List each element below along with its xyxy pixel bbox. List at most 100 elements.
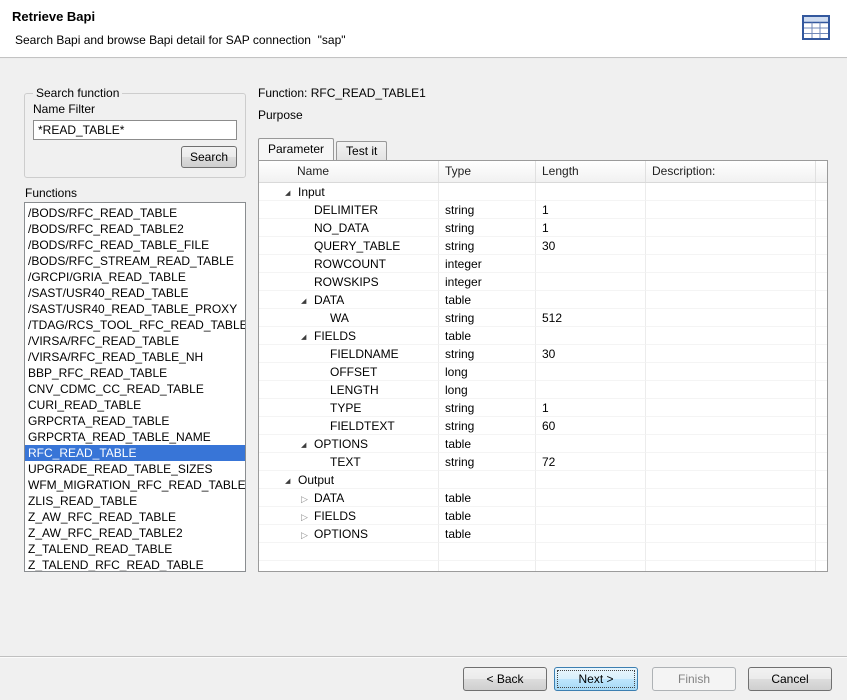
param-table-row[interactable]: ROWSKIPSinteger bbox=[259, 273, 827, 291]
param-type: table bbox=[439, 489, 536, 507]
wizard-header: Retrieve Bapi Search Bapi and browse Bap… bbox=[0, 0, 847, 58]
column-header-description[interactable]: Description: bbox=[646, 161, 816, 182]
param-name: ROWCOUNT bbox=[314, 257, 386, 271]
param-type: string bbox=[439, 309, 536, 327]
expand-icon[interactable]: ▷ bbox=[301, 490, 314, 507]
function-list-item[interactable]: Z_AW_RFC_READ_TABLE2 bbox=[25, 525, 245, 541]
function-list-item[interactable]: /SAST/USR40_READ_TABLE bbox=[25, 285, 245, 301]
param-type: integer bbox=[439, 255, 536, 273]
tab-test-it[interactable]: Test it bbox=[336, 141, 387, 160]
function-list-item[interactable]: /BODS/RFC_READ_TABLE_FILE bbox=[25, 237, 245, 253]
param-table-row[interactable]: QUERY_TABLEstring30 bbox=[259, 237, 827, 255]
function-list-item[interactable]: /VIRSA/RFC_READ_TABLE bbox=[25, 333, 245, 349]
param-description bbox=[646, 237, 816, 255]
back-button[interactable]: < Back bbox=[463, 667, 547, 691]
collapse-icon[interactable]: ◢ bbox=[301, 437, 314, 453]
row-filler bbox=[816, 507, 827, 525]
function-list-item[interactable]: WFM_MIGRATION_RFC_READ_TABLE bbox=[25, 477, 245, 493]
param-table-row[interactable]: ◢FIELDStable bbox=[259, 327, 827, 345]
param-name-cell: ▷DATA bbox=[259, 489, 439, 507]
empty-cell bbox=[536, 543, 646, 561]
row-filler bbox=[816, 273, 827, 291]
bapi-table-icon bbox=[801, 14, 831, 41]
param-table-row[interactable]: ◢Output bbox=[259, 471, 827, 489]
param-length bbox=[536, 489, 646, 507]
param-description bbox=[646, 471, 816, 489]
function-list-item[interactable]: /BODS/RFC_READ_TABLE bbox=[25, 205, 245, 221]
param-type: table bbox=[439, 435, 536, 453]
param-table-row[interactable]: NO_DATAstring1 bbox=[259, 219, 827, 237]
tab-parameter[interactable]: Parameter bbox=[258, 138, 334, 160]
param-table-row[interactable]: ▷FIELDStable bbox=[259, 507, 827, 525]
function-list-item[interactable]: ZLIS_READ_TABLE bbox=[25, 493, 245, 509]
collapse-icon[interactable]: ◢ bbox=[285, 185, 298, 201]
function-list-item[interactable]: /BODS/RFC_STREAM_READ_TABLE bbox=[25, 253, 245, 269]
function-list-item[interactable]: /GRCPI/GRIA_READ_TABLE bbox=[25, 269, 245, 285]
param-name: QUERY_TABLE bbox=[314, 239, 400, 253]
param-length bbox=[536, 183, 646, 201]
function-list-item[interactable]: /TDAG/RCS_TOOL_RFC_READ_TABLE bbox=[25, 317, 245, 333]
function-list-item[interactable]: CURI_READ_TABLE bbox=[25, 397, 245, 413]
param-table-row[interactable]: WAstring512 bbox=[259, 309, 827, 327]
next-button[interactable]: Next > bbox=[554, 667, 638, 691]
collapse-icon[interactable]: ◢ bbox=[301, 293, 314, 309]
column-header-length[interactable]: Length bbox=[536, 161, 646, 182]
param-name: DATA bbox=[314, 293, 344, 307]
param-table-row[interactable]: FIELDTEXTstring60 bbox=[259, 417, 827, 435]
search-button[interactable]: Search bbox=[181, 146, 237, 168]
function-list-item[interactable]: GRPCRTA_READ_TABLE_NAME bbox=[25, 429, 245, 445]
function-list-item[interactable]: RFC_READ_TABLE bbox=[25, 445, 245, 461]
column-header-name[interactable]: Name bbox=[259, 161, 439, 182]
param-name: TYPE bbox=[330, 401, 361, 415]
empty-row bbox=[259, 561, 827, 572]
param-table-row[interactable]: ◢OPTIONStable bbox=[259, 435, 827, 453]
function-list-item[interactable]: /BODS/RFC_READ_TABLE2 bbox=[25, 221, 245, 237]
param-description bbox=[646, 273, 816, 291]
param-table-row[interactable]: TYPEstring1 bbox=[259, 399, 827, 417]
functions-list: /BODS/RFC_READ_TABLE/BODS/RFC_READ_TABLE… bbox=[24, 202, 246, 572]
param-type: string bbox=[439, 417, 536, 435]
column-header-type[interactable]: Type bbox=[439, 161, 536, 182]
row-filler bbox=[816, 345, 827, 363]
function-list-item[interactable]: GRPCRTA_READ_TABLE bbox=[25, 413, 245, 429]
expand-icon[interactable]: ▷ bbox=[301, 508, 314, 525]
param-type bbox=[439, 183, 536, 201]
function-list-item[interactable]: UPGRADE_READ_TABLE_SIZES bbox=[25, 461, 245, 477]
cancel-button[interactable]: Cancel bbox=[748, 667, 832, 691]
param-table-row[interactable]: ▷OPTIONStable bbox=[259, 525, 827, 543]
param-length: 30 bbox=[536, 345, 646, 363]
function-list-item[interactable]: /VIRSA/RFC_READ_TABLE_NH bbox=[25, 349, 245, 365]
function-list-item[interactable]: Z_TALEND_RFC_READ_TABLE bbox=[25, 557, 245, 572]
param-type: string bbox=[439, 201, 536, 219]
param-name-cell: ◢OPTIONS bbox=[259, 435, 439, 453]
param-table-row[interactable]: ◢DATAtable bbox=[259, 291, 827, 309]
function-list-item[interactable]: BBP_RFC_READ_TABLE bbox=[25, 365, 245, 381]
param-table-row[interactable]: ◢Input bbox=[259, 183, 827, 201]
function-list-item[interactable]: CNV_CDMC_CC_READ_TABLE bbox=[25, 381, 245, 397]
function-list-item[interactable]: Z_AW_RFC_READ_TABLE bbox=[25, 509, 245, 525]
param-type: string bbox=[439, 399, 536, 417]
param-type: integer bbox=[439, 273, 536, 291]
param-table-row[interactable]: OFFSETlong bbox=[259, 363, 827, 381]
param-name-cell: NO_DATA bbox=[259, 219, 439, 237]
function-list-item[interactable]: /SAST/USR40_READ_TABLE_PROXY bbox=[25, 301, 245, 317]
param-name-cell: ROWCOUNT bbox=[259, 255, 439, 273]
parameter-table-header: Name Type Length Description: bbox=[259, 161, 827, 183]
column-header-filler bbox=[816, 161, 827, 182]
param-name: FIELDNAME bbox=[330, 347, 399, 361]
function-list-item[interactable]: Z_TALEND_READ_TABLE bbox=[25, 541, 245, 557]
collapse-icon[interactable]: ◢ bbox=[285, 473, 298, 489]
row-filler bbox=[816, 471, 827, 489]
param-table-row[interactable]: LENGTHlong bbox=[259, 381, 827, 399]
param-type: string bbox=[439, 219, 536, 237]
param-name: FIELDTEXT bbox=[330, 419, 395, 433]
param-table-row[interactable]: ROWCOUNT integer bbox=[259, 255, 827, 273]
name-filter-input[interactable] bbox=[33, 120, 237, 140]
collapse-icon[interactable]: ◢ bbox=[301, 329, 314, 345]
empty-cell bbox=[259, 543, 439, 561]
param-table-row[interactable]: TEXTstring72 bbox=[259, 453, 827, 471]
expand-icon[interactable]: ▷ bbox=[301, 526, 314, 543]
param-table-row[interactable]: FIELDNAMEstring30 bbox=[259, 345, 827, 363]
param-table-row[interactable]: ▷DATAtable bbox=[259, 489, 827, 507]
param-table-row[interactable]: DELIMITERstring1 bbox=[259, 201, 827, 219]
